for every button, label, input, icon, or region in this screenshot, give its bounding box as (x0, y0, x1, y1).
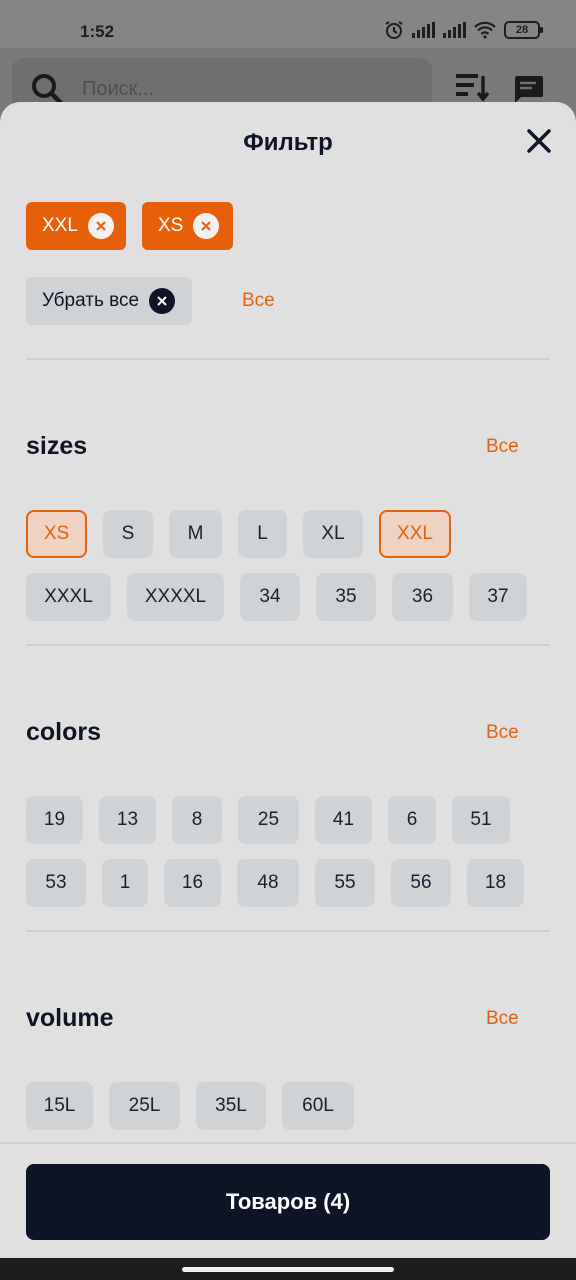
remove-chip-icon[interactable] (193, 213, 220, 239)
selected-chip[interactable]: XXL (26, 202, 126, 250)
volume-all-link[interactable]: Все (486, 1008, 519, 1030)
color-option[interactable]: 41 (315, 796, 372, 844)
color-option[interactable]: 16 (164, 859, 221, 907)
search-icon (32, 74, 64, 106)
filter-sheet: Фильтр XXL XS Убрать все Все sizes Все X… (0, 102, 576, 1258)
color-option[interactable]: 19 (26, 796, 83, 844)
size-option[interactable]: XL (303, 510, 363, 558)
colors-all-link[interactable]: Все (486, 722, 519, 744)
home-gesture-handle[interactable] (182, 1267, 394, 1272)
color-option[interactable]: 56 (391, 859, 451, 907)
size-option[interactable]: 34 (240, 573, 300, 621)
sizes-all-link[interactable]: Все (486, 436, 519, 458)
section-title-colors: colors (26, 718, 102, 746)
close-button[interactable] (524, 126, 554, 156)
status-time: 1:52 (80, 22, 115, 41)
size-option[interactable]: XXXL (26, 573, 111, 621)
selected-chip-label: XS (158, 215, 184, 236)
size-option[interactable]: XXXXL (127, 573, 224, 621)
divider (26, 644, 550, 646)
divider (26, 930, 550, 932)
selected-chip-label: XXL (42, 215, 78, 236)
remove-chip-icon[interactable] (87, 213, 114, 239)
close-icon (527, 129, 551, 153)
size-option[interactable]: XXL (379, 510, 451, 558)
color-option[interactable]: 6 (388, 796, 436, 844)
size-option[interactable]: 36 (392, 573, 453, 621)
selected-chip[interactable]: XS (142, 202, 233, 250)
show-products-button[interactable]: Товаров (4) (26, 1164, 550, 1240)
signal-icon (443, 22, 466, 38)
color-option[interactable]: 53 (26, 859, 86, 907)
volume-option[interactable]: 60L (282, 1082, 354, 1130)
clear-all-icon (149, 288, 176, 314)
system-nav-bar (0, 1258, 576, 1280)
all-link[interactable]: Все (242, 290, 275, 312)
size-option[interactable]: M (169, 510, 222, 558)
size-option[interactable]: XS (26, 510, 87, 558)
color-option[interactable]: 48 (237, 859, 299, 907)
size-option[interactable]: 37 (469, 573, 527, 621)
section-title-sizes: sizes (26, 432, 88, 460)
status-bar: 1:52 28 (0, 0, 576, 48)
background-search-placeholder: Поиск... (82, 78, 155, 100)
color-option[interactable]: 1 (102, 859, 148, 907)
signal-icon (412, 22, 435, 38)
sort-icon (456, 74, 490, 102)
color-option[interactable]: 18 (467, 859, 524, 907)
status-icons: 28 (384, 20, 543, 40)
wifi-icon (474, 21, 496, 39)
volume-option[interactable]: 15L (26, 1082, 93, 1130)
size-option[interactable]: S (103, 510, 153, 558)
divider (26, 358, 550, 360)
color-option[interactable]: 51 (452, 796, 510, 844)
clear-all-label: Убрать все (42, 290, 140, 311)
sheet-footer: Товаров (4) (0, 1142, 576, 1258)
sheet-title: Фильтр (243, 129, 333, 156)
clear-all-button[interactable]: Убрать все (26, 277, 192, 325)
battery-icon: 28 (504, 21, 543, 39)
alarm-icon (385, 21, 403, 39)
volume-option[interactable]: 25L (109, 1082, 180, 1130)
color-option[interactable]: 25 (238, 796, 299, 844)
volume-option[interactable]: 35L (196, 1082, 266, 1130)
size-option[interactable]: 35 (316, 573, 376, 621)
color-option[interactable]: 55 (315, 859, 375, 907)
color-option[interactable]: 13 (99, 796, 156, 844)
chat-icon (515, 76, 543, 103)
size-option[interactable]: L (238, 510, 287, 558)
color-option[interactable]: 8 (172, 796, 222, 844)
section-title-volume: volume (26, 1004, 114, 1032)
background-header: Поиск... (0, 48, 576, 118)
